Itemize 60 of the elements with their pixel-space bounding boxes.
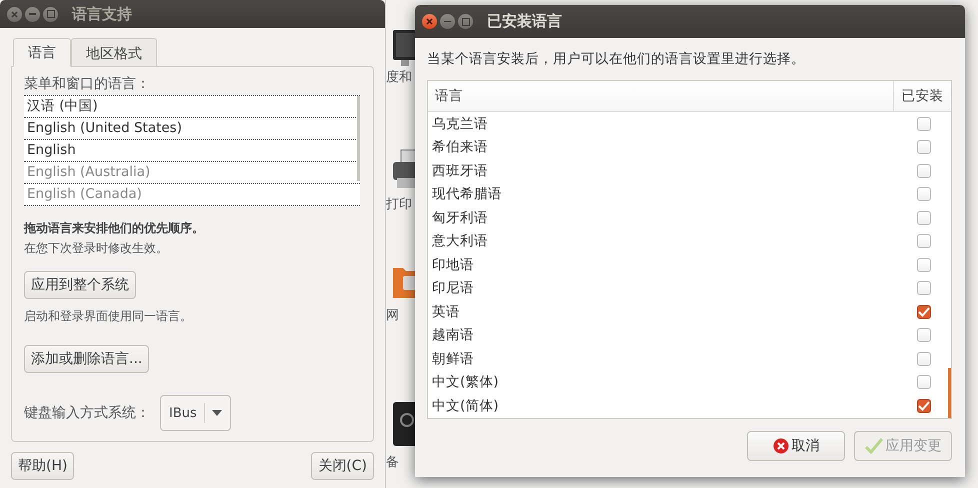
table-cell-text: 越南语 (431, 326, 474, 344)
settings-label: 度和 (386, 69, 412, 86)
maximize-icon[interactable] (43, 6, 58, 22)
checkbox[interactable] (917, 304, 931, 319)
tab[interactable]: 地区格式 (71, 38, 157, 67)
table-cell-text: 西班牙语 (431, 162, 488, 180)
table-cell-text: 意大利语 (431, 232, 488, 250)
table-cell-text: 乌克兰语 (431, 114, 488, 133)
table-cell-text: 印地语 (431, 256, 474, 274)
table-cell-text: 朝鲜语 (431, 350, 474, 368)
close-icon[interactable] (7, 6, 22, 22)
table-cell-text: 印尼语 (431, 279, 474, 298)
checkbox[interactable] (917, 328, 931, 342)
tab[interactable]: 语言 (13, 38, 71, 67)
checkbox[interactable] (917, 258, 931, 272)
checkbox[interactable] (917, 352, 931, 366)
scrollbar[interactable] (948, 368, 951, 418)
add-remove-button[interactable]: 添加或删除语言... (24, 345, 150, 373)
cancel-icon (772, 438, 788, 454)
table-cell-text: 英语 (431, 302, 460, 321)
safe-icon (391, 400, 416, 448)
apply-system-button[interactable]: 应用到整个系统 (24, 271, 136, 299)
table-cell-text: 匈牙利语 (431, 208, 488, 227)
checkbox[interactable] (917, 234, 931, 248)
column-header[interactable]: 语言 (428, 81, 894, 111)
checkbox[interactable] (917, 164, 931, 178)
table-cell-text: 希伯来语 (431, 138, 488, 156)
checkbox[interactable] (917, 140, 931, 154)
table-cell-text: 中文(简体) (431, 396, 499, 415)
check-icon (864, 438, 882, 454)
close-icon[interactable] (422, 14, 437, 29)
checkbox[interactable] (917, 375, 931, 390)
settings-label: 网 (386, 307, 399, 324)
hint-text: 在您下次登录时修改生效。 (24, 240, 168, 257)
checkbox[interactable] (917, 116, 931, 131)
close-button[interactable]: 关闭(C) (311, 452, 374, 480)
scrollbar[interactable] (357, 96, 360, 181)
table-cell-text: 现代希腊语 (431, 185, 502, 204)
dropdown-arrow-icon (212, 410, 222, 416)
settings-label: 打印 (386, 196, 412, 213)
checkbox[interactable] (917, 187, 931, 202)
minimize-icon[interactable] (440, 14, 455, 29)
hint-text: 拖动语言来安排他们的优先顺序。 (24, 220, 204, 237)
checkbox[interactable] (917, 210, 931, 225)
cancel-button[interactable]: 取消 (747, 430, 845, 460)
help-button[interactable]: 帮助(H) (11, 452, 74, 480)
checkbox[interactable] (917, 398, 931, 413)
description-text: 当某个语言安装后，用户可以在他们的语言设置里进行选择。 (427, 50, 806, 68)
hint-text: 启动和登录界面使用同一语言。 (24, 308, 192, 325)
input-method-dropdown[interactable]: IBus (160, 395, 231, 431)
column-header[interactable]: 已安装 (894, 81, 951, 111)
maximize-icon[interactable] (458, 14, 473, 29)
input-method-label: 键盘输入方式系统： (24, 404, 150, 422)
checkbox[interactable] (917, 281, 931, 296)
window-title: 语言支持 (72, 4, 132, 24)
minimize-icon[interactable] (25, 6, 40, 22)
table-cell-text: 中文(繁体) (431, 373, 499, 392)
settings-label: 备 (386, 454, 399, 471)
window-title: 已安装语言 (487, 12, 562, 31)
list-label: 菜单和窗口的语言： (24, 75, 150, 93)
